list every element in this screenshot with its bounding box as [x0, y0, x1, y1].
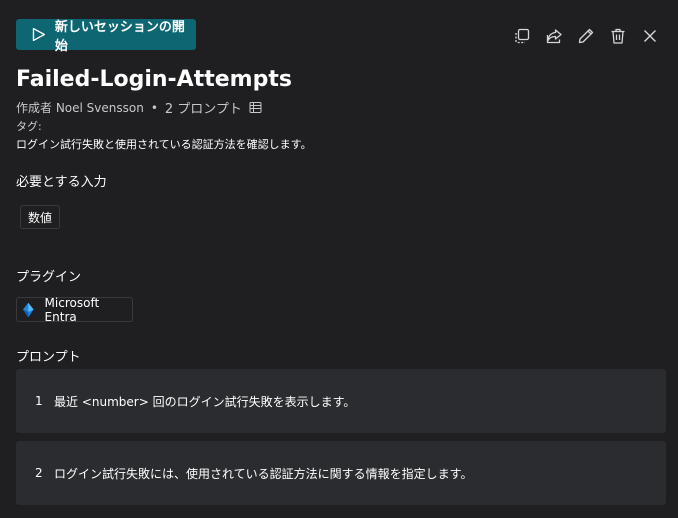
plugin-chip-entra: Microsoft Entra [16, 295, 133, 324]
promptbook-title: Failed-Login-Attempts [16, 67, 292, 92]
promptbook-meta: 作成者 Noel Svensson • 2 プロンプト [16, 98, 262, 117]
meta-separator: • [150, 100, 158, 115]
prompt-item[interactable]: 2 ログイン試行失敗には、使用されている認証方法に関する情報を指定します。 [16, 441, 666, 505]
share-button[interactable] [543, 25, 564, 46]
prompt-text: ログイン試行失敗には、使用されている認証方法に関する情報を指定します。 [54, 466, 473, 481]
prompt-item[interactable]: 1 最近 <number> 回のログイン試行失敗を表示します。 [16, 369, 666, 433]
start-session-button[interactable]: 新しいセッションの開始 [16, 19, 196, 54]
promptbook-panel: 新しいセッションの開始 Failed-Login-Attempts 作成者 No… [0, 0, 678, 518]
plugin-name: Microsoft Entra [44, 295, 100, 324]
delete-button[interactable] [607, 25, 628, 46]
prompt-text: 最近 <number> 回のログイン試行失敗を表示します。 [54, 394, 356, 409]
plugins-section-label: プラグイン [16, 270, 82, 285]
input-chip-number: 数値 [20, 205, 61, 229]
close-icon [643, 29, 656, 42]
play-icon [32, 27, 46, 42]
close-button[interactable] [639, 25, 660, 46]
share-icon [546, 28, 562, 43]
duplicate-icon [514, 28, 529, 43]
prompt-count: 2 プロンプト [164, 102, 242, 117]
inputs-section-label: 必要とする入力 [16, 175, 107, 190]
edit-button[interactable] [575, 25, 596, 46]
edit-icon [578, 28, 593, 43]
prompt-number: 1 [35, 394, 43, 408]
duplicate-button[interactable] [511, 25, 532, 46]
delete-icon [611, 28, 624, 44]
promptbook-description: ログイン試行失敗と使用されている認証方法を確認します。 [16, 138, 312, 151]
start-session-label: 新しいセッションの開始 [54, 19, 185, 54]
tags-label: タグ: [16, 120, 42, 133]
prompt-number: 2 [35, 466, 43, 480]
prompt-list-icon[interactable] [249, 101, 262, 114]
microsoft-entra-icon [22, 302, 34, 317]
prompts-section-label: プロンプト [16, 350, 81, 365]
toolbar [511, 25, 671, 46]
author: 作成者 Noel Svensson [16, 101, 144, 115]
